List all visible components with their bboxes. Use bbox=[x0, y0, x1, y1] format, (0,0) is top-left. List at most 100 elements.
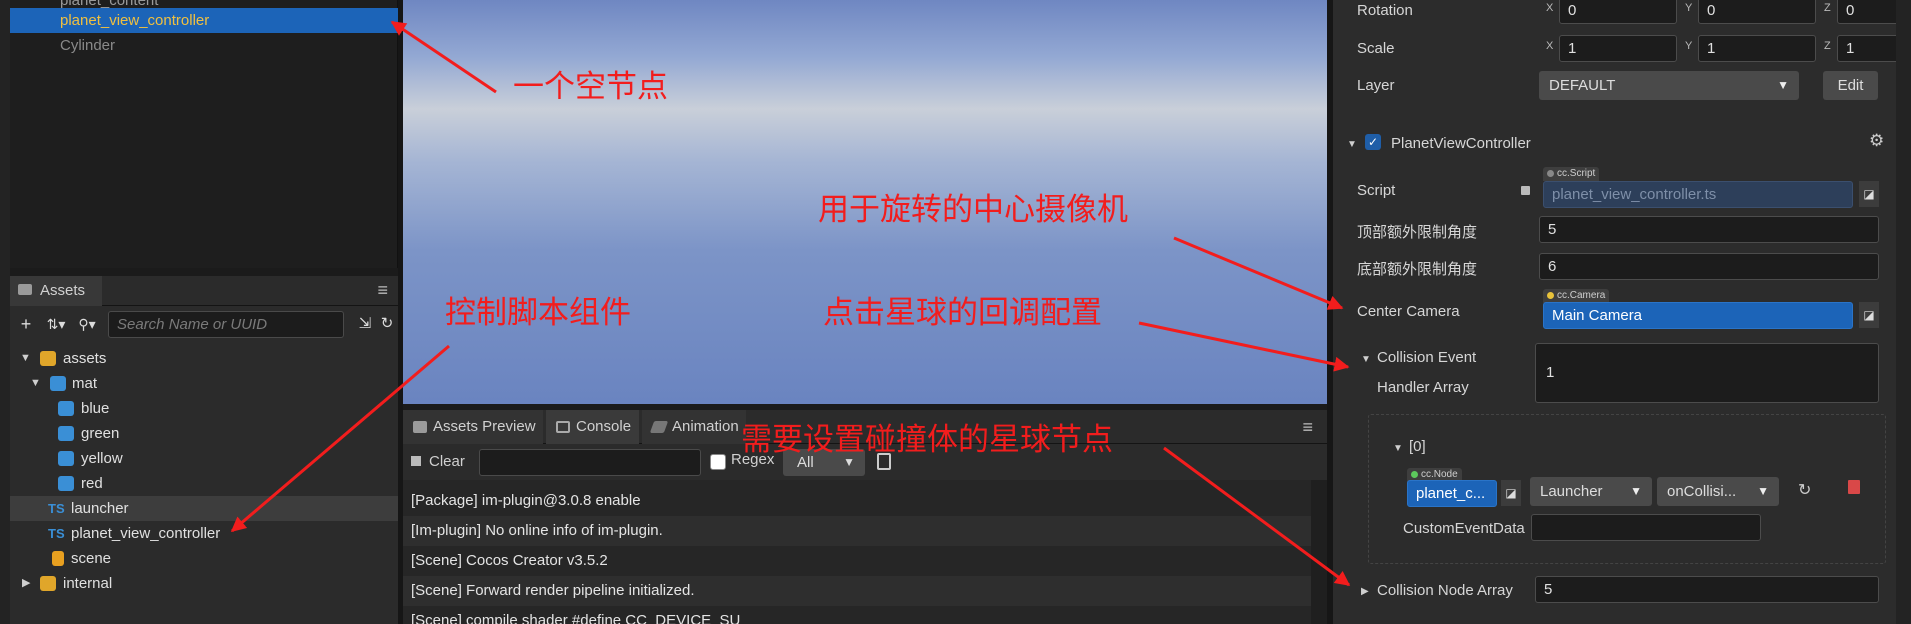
regex-checkbox[interactable] bbox=[710, 454, 726, 470]
type-dot-icon bbox=[1411, 471, 1418, 478]
tree-item-label: blue bbox=[81, 400, 110, 417]
database-icon bbox=[40, 576, 56, 591]
select-value: DEFAULT bbox=[1549, 77, 1616, 94]
console-filter-input[interactable] bbox=[479, 449, 701, 476]
assets-search-input[interactable]: Search Name or UUID bbox=[108, 311, 344, 338]
tree-item-yellow[interactable]: yellow bbox=[10, 446, 398, 471]
expand-arrow-icon[interactable]: ▼ bbox=[1347, 139, 1357, 150]
center-camera-label: Center Camera bbox=[1357, 303, 1460, 320]
tree-item-red[interactable]: red bbox=[10, 471, 398, 496]
rotation-y-input[interactable]: 0 bbox=[1698, 0, 1816, 24]
collision-node-count-input[interactable]: 5 bbox=[1535, 576, 1879, 603]
annotation-callback: 点击星球的回调配置 bbox=[823, 295, 1102, 331]
refresh-icon[interactable]: ↻ bbox=[378, 312, 396, 336]
chevron-down-icon: ▼ bbox=[1777, 78, 1789, 92]
tag-label: cc.Camera bbox=[1557, 290, 1606, 301]
menu-icon[interactable]: ≡ bbox=[1302, 417, 1313, 438]
tree-item-planet-view-controller[interactable]: TS planet_view_controller bbox=[10, 521, 398, 546]
rotation-x-input[interactable]: 0 bbox=[1559, 0, 1677, 24]
chevron-down-icon: ▼ bbox=[1630, 484, 1642, 498]
tab-assets[interactable]: Assets bbox=[10, 276, 102, 306]
collapse-icon[interactable]: ⇲ bbox=[356, 312, 374, 336]
tag-label: cc.Node bbox=[1421, 469, 1458, 480]
handler-method-select[interactable]: onCollisi... ▼ bbox=[1657, 477, 1779, 506]
locate-icon[interactable]: ◪ bbox=[1859, 181, 1879, 207]
scale-label: Scale bbox=[1357, 40, 1395, 57]
hierarchy-item-label: planet_view_controller bbox=[60, 12, 210, 29]
refresh-icon[interactable]: ↻ bbox=[1798, 480, 1811, 500]
tab-console[interactable]: Console bbox=[546, 410, 639, 444]
expand-arrow-icon[interactable]: ▼ bbox=[30, 371, 41, 396]
collision-event-count-input[interactable]: 1 bbox=[1535, 343, 1879, 403]
expand-arrow-icon[interactable]: ▼ bbox=[1361, 354, 1371, 365]
script-label: Script bbox=[1357, 182, 1396, 199]
clear-icon bbox=[411, 456, 421, 466]
tree-item-mat[interactable]: ▼ mat bbox=[10, 371, 398, 396]
scale-x-input[interactable]: 1 bbox=[1559, 35, 1677, 62]
handler-component-select[interactable]: Launcher ▼ bbox=[1530, 477, 1652, 506]
collision-node-label: Collision Node Array bbox=[1377, 582, 1513, 599]
inspector-scrollbar[interactable] bbox=[1896, 0, 1911, 624]
tree-item-assets[interactable]: ▼ assets bbox=[10, 346, 398, 371]
assets-tab-bar: Assets ≡ bbox=[10, 276, 398, 306]
top-angle-input[interactable]: 5 bbox=[1539, 216, 1879, 243]
custom-event-input[interactable] bbox=[1531, 514, 1761, 541]
tree-item-label: scene bbox=[71, 550, 112, 567]
axis-y-label: Y bbox=[1685, 2, 1693, 14]
collapse-arrow-icon[interactable]: ▶ bbox=[1361, 586, 1369, 597]
tab-animation[interactable]: Animation bbox=[642, 410, 746, 444]
layer-select[interactable]: DEFAULT ▼ bbox=[1539, 71, 1799, 100]
search-filter-icon[interactable]: ⚲▾ bbox=[74, 312, 100, 336]
tree-item-label: internal bbox=[63, 575, 113, 592]
tree-item-label: green bbox=[81, 425, 120, 442]
tree-item-scene[interactable]: scene bbox=[10, 546, 398, 571]
scale-y-input[interactable]: 1 bbox=[1698, 35, 1816, 62]
tree-item-green[interactable]: green bbox=[10, 421, 398, 446]
ts-icon: TS bbox=[48, 501, 65, 516]
axis-y-label: Y bbox=[1685, 40, 1693, 52]
trash-icon[interactable] bbox=[1848, 480, 1860, 494]
menu-icon[interactable]: ≡ bbox=[377, 280, 388, 301]
collision-event-label: Collision Event bbox=[1377, 349, 1477, 366]
axis-z-label: Z bbox=[1824, 2, 1831, 14]
tab-label: Animation bbox=[672, 418, 739, 435]
tree-item-blue[interactable]: blue bbox=[10, 396, 398, 421]
hierarchy-item[interactable]: Cylinder bbox=[10, 33, 398, 58]
bottom-angle-input[interactable]: 6 bbox=[1539, 253, 1879, 280]
expand-arrow-icon[interactable]: ▼ bbox=[20, 346, 31, 371]
console-scrollbar[interactable] bbox=[1311, 480, 1327, 624]
clear-label: Clear bbox=[429, 453, 465, 470]
component-enabled-checkbox[interactable]: ✓ bbox=[1365, 134, 1381, 150]
locate-icon[interactable]: ◪ bbox=[1859, 302, 1879, 328]
top-angle-label: 顶部额外限制角度 bbox=[1357, 224, 1478, 241]
gear-icon[interactable]: ⚙ bbox=[1869, 131, 1884, 151]
expand-arrow-icon[interactable]: ▼ bbox=[1393, 443, 1403, 454]
tree-item-label: mat bbox=[72, 375, 98, 392]
database-icon bbox=[40, 351, 56, 366]
tree-item-internal[interactable]: ▶ internal bbox=[10, 571, 398, 596]
select-value: Launcher bbox=[1540, 483, 1603, 500]
hierarchy-item-selected[interactable]: planet_view_controller bbox=[10, 8, 398, 33]
add-icon[interactable]: + bbox=[16, 312, 36, 336]
handler-node-field[interactable]: planet_c... bbox=[1407, 480, 1497, 507]
sort-icon[interactable]: ⇅▾ bbox=[44, 312, 68, 336]
collapse-arrow-icon[interactable]: ▶ bbox=[22, 571, 30, 596]
tab-assets-preview[interactable]: Assets Preview bbox=[403, 410, 543, 444]
select-value: onCollisi... bbox=[1667, 483, 1737, 500]
log-line: [Im-plugin] No online info of im-plugin. bbox=[403, 516, 1311, 546]
locate-icon[interactable]: ◪ bbox=[1501, 480, 1521, 506]
layer-edit-button[interactable]: Edit bbox=[1823, 71, 1878, 100]
tree-item-label: planet_view_controller bbox=[71, 525, 221, 542]
bottom-angle-label: 底部额外限制角度 bbox=[1357, 261, 1478, 278]
tree-item-launcher[interactable]: TS launcher bbox=[10, 496, 398, 521]
material-icon bbox=[58, 426, 74, 441]
clear-button[interactable]: Clear bbox=[411, 450, 465, 474]
center-camera-field[interactable]: Main Camera bbox=[1543, 302, 1853, 329]
folder-icon bbox=[50, 376, 66, 391]
script-field[interactable]: planet_view_controller.ts bbox=[1543, 181, 1853, 208]
tag-label: cc.Script bbox=[1557, 168, 1596, 179]
tab-label: Console bbox=[576, 418, 632, 435]
folder-icon bbox=[18, 284, 32, 295]
camera-type-tag: cc.Camera bbox=[1543, 289, 1610, 303]
tab-label: Assets Preview bbox=[433, 418, 536, 435]
